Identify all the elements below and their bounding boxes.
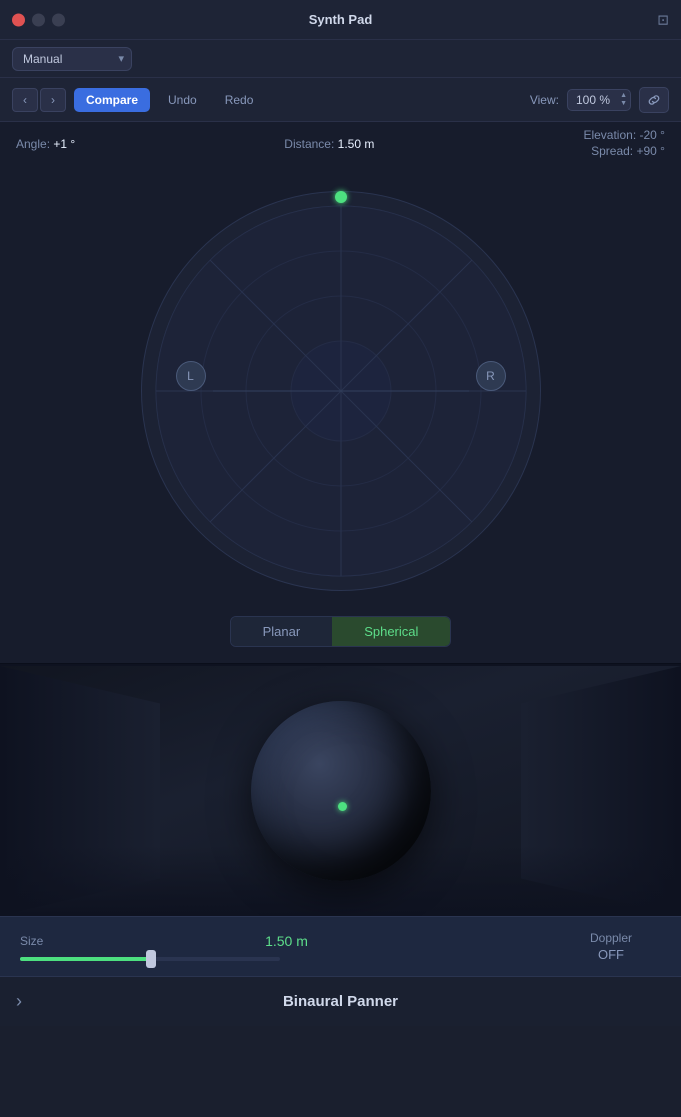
elevation-label: Elevation: xyxy=(583,128,636,142)
footer-title: Binaural Panner xyxy=(283,993,398,1010)
traffic-lights xyxy=(12,13,65,26)
preset-dropdown-wrapper[interactable]: Manual xyxy=(12,47,132,71)
close-button[interactable] xyxy=(12,13,25,26)
nav-back-button[interactable]: ‹ xyxy=(12,88,38,112)
size-slider-fill xyxy=(20,957,150,961)
distance-display[interactable]: Distance: 1.50 m xyxy=(284,137,374,151)
info-row: Angle: +1 ° Distance: 1.50 m Elevation: … xyxy=(0,122,681,166)
planar-button[interactable]: Planar xyxy=(231,617,333,646)
size-slider-thumb[interactable] xyxy=(146,950,156,968)
view-spinner[interactable]: ▲ ▼ xyxy=(620,92,627,107)
footer-chevron-icon[interactable]: › xyxy=(16,991,22,1012)
view-value: 100 % xyxy=(576,93,610,107)
size-slider[interactable] xyxy=(20,957,280,961)
bottom-controls: Size 1.50 m Doppler OFF xyxy=(0,916,681,976)
maximize-button[interactable] xyxy=(52,13,65,26)
left-speaker-marker: L xyxy=(176,361,206,391)
sphere-source-dot xyxy=(338,802,347,811)
mode-toggle: Planar Spherical xyxy=(230,616,452,647)
doppler-control[interactable]: Doppler OFF xyxy=(561,931,661,962)
spherical-button[interactable]: Spherical xyxy=(332,617,450,646)
size-value: 1.50 m xyxy=(72,933,561,949)
spread-display[interactable]: Spread: +90 ° xyxy=(583,144,665,158)
minimize-button[interactable] xyxy=(32,13,45,26)
view-control-wrapper[interactable]: 100 % ▲ ▼ xyxy=(567,89,631,111)
window-icon[interactable]: ⊡ xyxy=(657,11,669,28)
window-title: Synth Pad xyxy=(309,12,373,27)
link-button[interactable] xyxy=(639,87,669,113)
distance-value: 1.50 m xyxy=(338,137,375,151)
doppler-label: Doppler xyxy=(590,931,632,945)
right-info: Elevation: -20 ° Spread: +90 ° xyxy=(583,128,665,160)
size-label: Size xyxy=(20,934,60,948)
right-speaker-marker: R xyxy=(476,361,506,391)
distance-label: Distance: xyxy=(284,137,334,151)
spread-value: +90 ° xyxy=(636,144,665,158)
size-control: Size 1.50 m xyxy=(20,933,561,961)
source-dot[interactable] xyxy=(335,191,347,203)
angle-label: Angle: xyxy=(16,137,50,151)
polar-pad[interactable]: L R xyxy=(126,176,556,606)
angle-value: +1 ° xyxy=(53,137,75,151)
nav-forward-button[interactable]: › xyxy=(40,88,66,112)
preset-dropdown[interactable]: Manual xyxy=(12,47,132,71)
polar-section: L R Planar Spherical xyxy=(0,166,681,663)
compare-button[interactable]: Compare xyxy=(74,88,150,112)
view-label: View: xyxy=(530,93,559,107)
title-bar: Synth Pad ⊡ xyxy=(0,0,681,40)
undo-button[interactable]: Undo xyxy=(158,88,207,112)
nav-buttons: ‹ › xyxy=(12,88,66,112)
elevation-display[interactable]: Elevation: -20 ° xyxy=(583,128,665,142)
redo-button[interactable]: Redo xyxy=(215,88,264,112)
3d-view-section[interactable] xyxy=(0,666,681,916)
polar-svg xyxy=(141,191,541,591)
toolbar: ‹ › Compare Undo Redo View: 100 % ▲ ▼ xyxy=(0,78,681,122)
footer: › Binaural Panner xyxy=(0,976,681,1026)
preset-bar: Manual xyxy=(0,40,681,78)
angle-display[interactable]: Angle: +1 ° xyxy=(16,137,75,151)
elevation-value: -20 ° xyxy=(640,128,665,142)
spread-label: Spread: xyxy=(591,144,633,158)
doppler-value: OFF xyxy=(598,947,624,962)
3d-sphere[interactable] xyxy=(251,701,431,881)
